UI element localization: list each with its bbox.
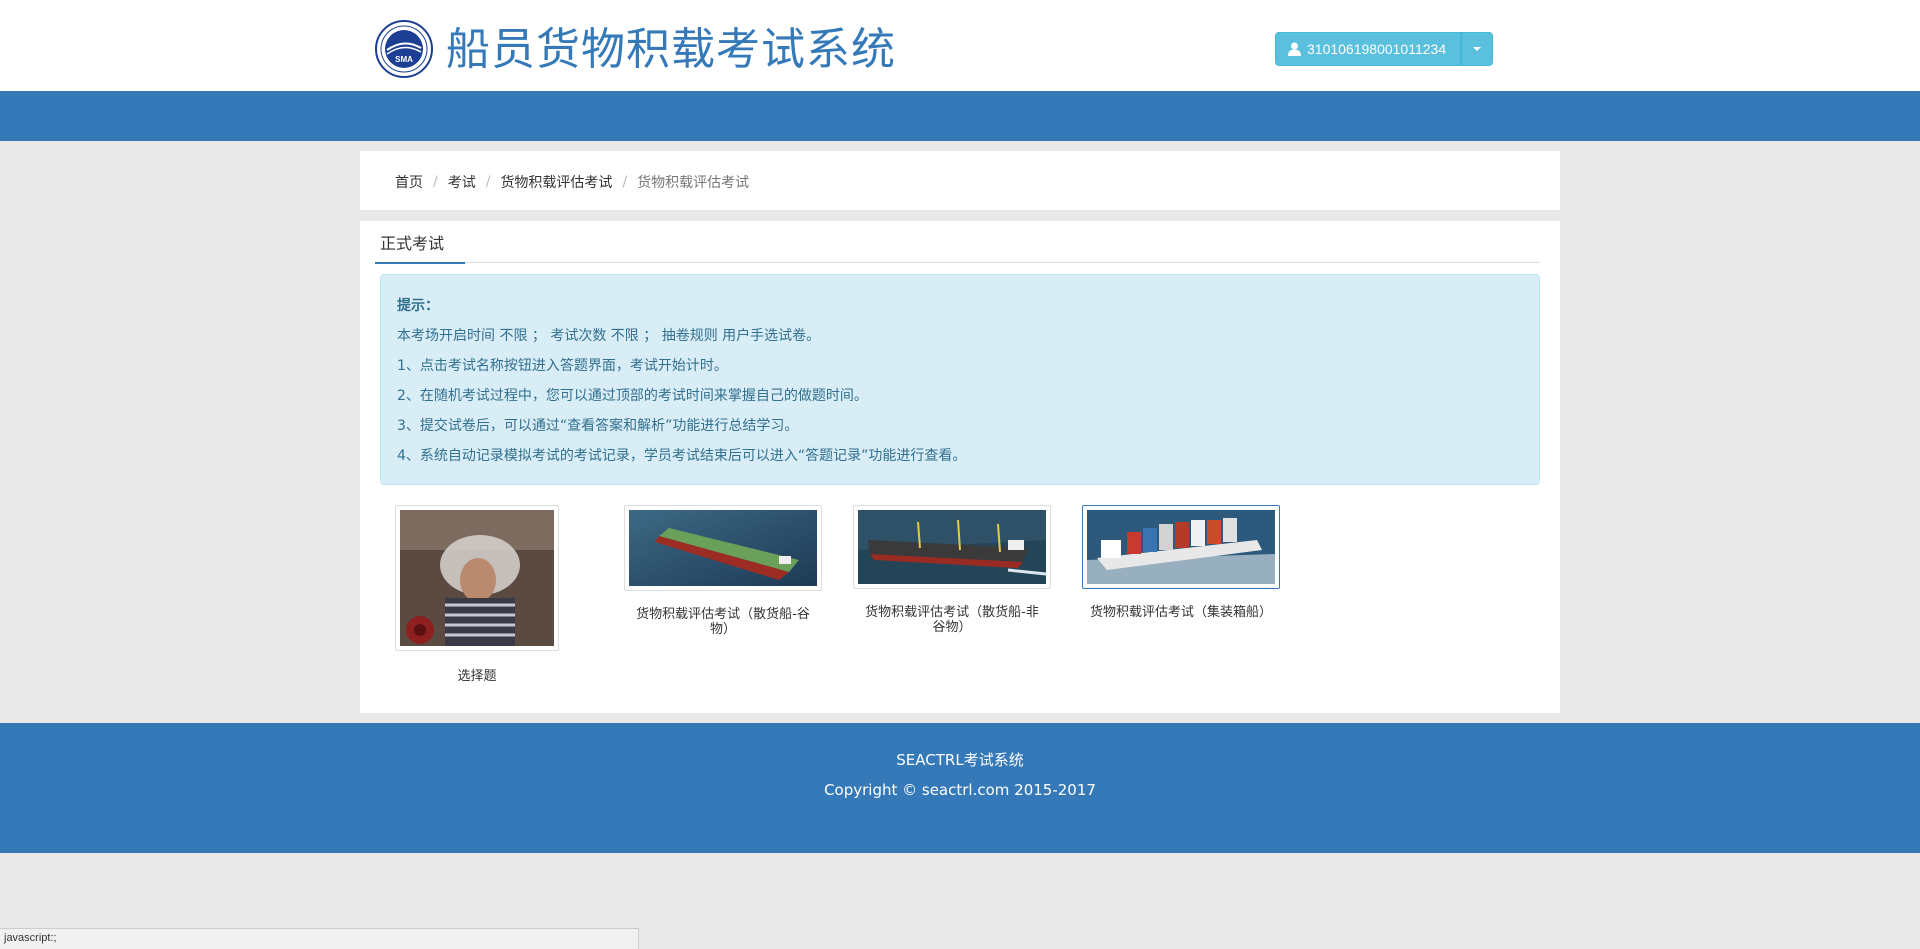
- tips-line: 本考场开启时间 不限 ； 考试次数 不限 ； 抽卷规则 用户手选试卷。: [397, 328, 821, 344]
- navbar: [0, 91, 1920, 141]
- exam-thumbnail[interactable]: [395, 505, 559, 651]
- site-title: 船员货物积载考试系统: [446, 24, 896, 75]
- user-menu: 310106198001011234: [1275, 32, 1494, 66]
- footer-system-name: SEACTRL考试系统: [896, 751, 1024, 769]
- sma-logo: SMA: [375, 20, 433, 78]
- breadcrumb-home[interactable]: 首页: [395, 172, 423, 192]
- exam-card-container[interactable]: 货物积载评估考试（集装箱船）: [1082, 505, 1280, 620]
- user-dropdown-toggle[interactable]: [1461, 32, 1494, 66]
- breadcrumb-panel: 首页 / 考试 / 货物积载评估考试 / 货物积载评估考试: [360, 151, 1560, 210]
- bulk-carrier-photo: [629, 510, 817, 586]
- exam-label[interactable]: 货物积载评估考试（散货船-谷物）: [624, 607, 822, 637]
- main-panel: 正式考试 提示： 本考场开启时间 不限 ； 考试次数 不限 ； 抽卷规则 用户手…: [360, 221, 1560, 713]
- tips-title: 提示：: [397, 298, 439, 314]
- breadcrumb-current: 货物积载评估考试: [637, 175, 750, 191]
- exam-thumbnail[interactable]: [624, 505, 822, 591]
- exam-card-bulk-grain[interactable]: 货物积载评估考试（散货船-谷物）: [624, 505, 822, 637]
- tips-line: 3、提交试卷后，可以通过“查看答案和解析”功能进行总结学习。: [397, 418, 799, 434]
- tips-box: 提示： 本考场开启时间 不限 ； 考试次数 不限 ； 抽卷规则 用户手选试卷。 …: [380, 274, 1540, 485]
- tips-line: 2、在随机考试过程中，您可以通过顶部的考试时间来掌握自己的做题时间。: [397, 388, 868, 404]
- tips-line: 4、系统自动记录模拟考试的考试记录，学员考试结束后可以进入“答题记录”功能进行查…: [397, 448, 967, 464]
- user-icon: [1288, 42, 1301, 56]
- container-ship-photo: [1087, 510, 1275, 584]
- exam-label[interactable]: 选择题: [395, 669, 559, 684]
- exam-card-choice[interactable]: 选择题: [395, 505, 559, 684]
- breadcrumb-separator: /: [622, 174, 628, 190]
- breadcrumb-exam[interactable]: 考试: [448, 172, 476, 192]
- tab-bar: 正式考试: [375, 233, 1540, 264]
- logo-text: SMA: [395, 55, 413, 64]
- breadcrumb: 首页 / 考试 / 货物积载评估考试 / 货物积载评估考试: [395, 172, 749, 192]
- breadcrumb-category[interactable]: 货物积载评估考试: [500, 172, 612, 192]
- exam-label[interactable]: 货物积载评估考试（集装箱船）: [1082, 605, 1280, 620]
- header: SMA 船员货物积载考试系统 310106198001011234: [0, 0, 1920, 91]
- exam-thumbnail[interactable]: [1082, 505, 1280, 589]
- worker-photo: [400, 510, 554, 646]
- browser-status-bar: javascript:;: [0, 928, 639, 949]
- breadcrumb-separator: /: [485, 174, 491, 190]
- user-id: 310106198001011234: [1307, 41, 1447, 57]
- exam-thumbnail[interactable]: [853, 505, 1051, 589]
- footer: SEACTRL考试系统 Copyright © seactrl.com 2015…: [0, 723, 1920, 853]
- user-button[interactable]: 310106198001011234: [1275, 32, 1462, 66]
- footer-copyright: Copyright © seactrl.com 2015-2017: [824, 781, 1096, 799]
- breadcrumb-separator: /: [433, 174, 438, 190]
- tab-formal-exam[interactable]: 正式考试: [375, 233, 465, 264]
- caret-down-icon: [1473, 47, 1482, 51]
- exam-label[interactable]: 货物积载评估考试（散货船-非谷物）: [853, 605, 1051, 635]
- tips-line: 1、点击考试名称按钮进入答题界面，考试开始计时。: [397, 358, 728, 374]
- exam-card-bulk-nongrain[interactable]: 货物积载评估考试（散货船-非谷物）: [853, 505, 1051, 635]
- bulk-carrier-crane-photo: [858, 510, 1047, 584]
